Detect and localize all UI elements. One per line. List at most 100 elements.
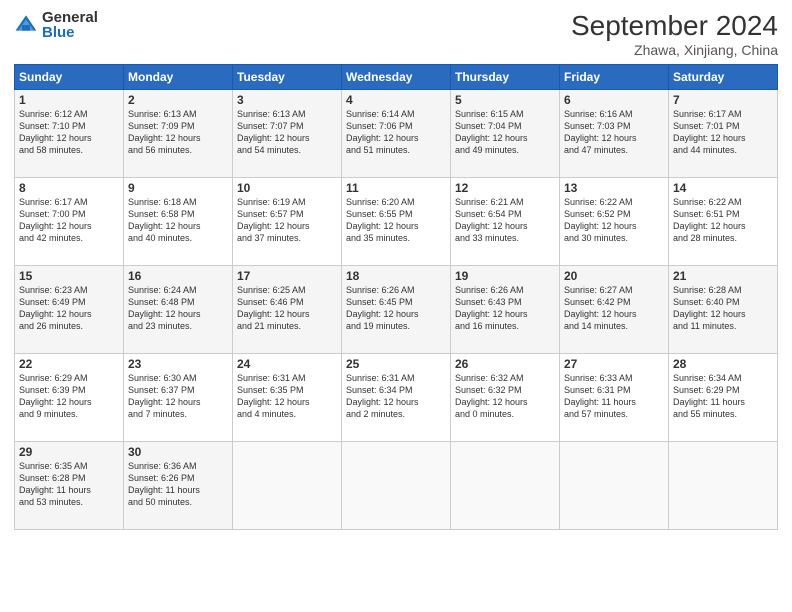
day-number: 13: [564, 181, 664, 195]
day-info: Sunrise: 6:19 AM Sunset: 6:57 PM Dayligh…: [237, 196, 337, 245]
day-number: 22: [19, 357, 119, 371]
calendar-cell: 3Sunrise: 6:13 AM Sunset: 7:07 PM Daylig…: [233, 90, 342, 178]
day-info: Sunrise: 6:27 AM Sunset: 6:42 PM Dayligh…: [564, 284, 664, 333]
day-number: 4: [346, 93, 446, 107]
calendar-cell: 24Sunrise: 6:31 AM Sunset: 6:35 PM Dayli…: [233, 354, 342, 442]
calendar-cell: 28Sunrise: 6:34 AM Sunset: 6:29 PM Dayli…: [669, 354, 778, 442]
day-info: Sunrise: 6:30 AM Sunset: 6:37 PM Dayligh…: [128, 372, 228, 421]
day-number: 2: [128, 93, 228, 107]
weekday-sunday: Sunday: [15, 65, 124, 90]
day-info: Sunrise: 6:34 AM Sunset: 6:29 PM Dayligh…: [673, 372, 773, 421]
day-info: Sunrise: 6:15 AM Sunset: 7:04 PM Dayligh…: [455, 108, 555, 157]
logo-general-text: General: [42, 10, 98, 25]
day-info: Sunrise: 6:23 AM Sunset: 6:49 PM Dayligh…: [19, 284, 119, 333]
day-info: Sunrise: 6:26 AM Sunset: 6:45 PM Dayligh…: [346, 284, 446, 333]
logo-icon: [14, 13, 38, 37]
day-number: 12: [455, 181, 555, 195]
weekday-thursday: Thursday: [451, 65, 560, 90]
calendar-cell: 6Sunrise: 6:16 AM Sunset: 7:03 PM Daylig…: [560, 90, 669, 178]
calendar-cell: 30Sunrise: 6:36 AM Sunset: 6:26 PM Dayli…: [124, 442, 233, 530]
day-number: 16: [128, 269, 228, 283]
day-number: 11: [346, 181, 446, 195]
day-number: 3: [237, 93, 337, 107]
calendar-cell: 17Sunrise: 6:25 AM Sunset: 6:46 PM Dayli…: [233, 266, 342, 354]
day-info: Sunrise: 6:28 AM Sunset: 6:40 PM Dayligh…: [673, 284, 773, 333]
weekday-friday: Friday: [560, 65, 669, 90]
calendar-cell: [451, 442, 560, 530]
calendar-cell: 27Sunrise: 6:33 AM Sunset: 6:31 PM Dayli…: [560, 354, 669, 442]
day-info: Sunrise: 6:31 AM Sunset: 6:35 PM Dayligh…: [237, 372, 337, 421]
calendar-cell: 14Sunrise: 6:22 AM Sunset: 6:51 PM Dayli…: [669, 178, 778, 266]
day-number: 17: [237, 269, 337, 283]
day-number: 5: [455, 93, 555, 107]
day-info: Sunrise: 6:25 AM Sunset: 6:46 PM Dayligh…: [237, 284, 337, 333]
day-number: 15: [19, 269, 119, 283]
calendar-cell: 11Sunrise: 6:20 AM Sunset: 6:55 PM Dayli…: [342, 178, 451, 266]
logo-blue-text: Blue: [42, 25, 98, 40]
calendar-cell: [669, 442, 778, 530]
logo-text: General Blue: [42, 10, 98, 40]
day-number: 21: [673, 269, 773, 283]
day-info: Sunrise: 6:16 AM Sunset: 7:03 PM Dayligh…: [564, 108, 664, 157]
day-number: 25: [346, 357, 446, 371]
calendar-cell: 22Sunrise: 6:29 AM Sunset: 6:39 PM Dayli…: [15, 354, 124, 442]
day-info: Sunrise: 6:22 AM Sunset: 6:52 PM Dayligh…: [564, 196, 664, 245]
calendar-cell: 15Sunrise: 6:23 AM Sunset: 6:49 PM Dayli…: [15, 266, 124, 354]
calendar-cell: [560, 442, 669, 530]
day-info: Sunrise: 6:32 AM Sunset: 6:32 PM Dayligh…: [455, 372, 555, 421]
day-info: Sunrise: 6:21 AM Sunset: 6:54 PM Dayligh…: [455, 196, 555, 245]
calendar-cell: [233, 442, 342, 530]
day-info: Sunrise: 6:35 AM Sunset: 6:28 PM Dayligh…: [19, 460, 119, 509]
day-info: Sunrise: 6:17 AM Sunset: 7:01 PM Dayligh…: [673, 108, 773, 157]
day-number: 19: [455, 269, 555, 283]
day-number: 1: [19, 93, 119, 107]
day-number: 24: [237, 357, 337, 371]
day-number: 30: [128, 445, 228, 459]
week-row-2: 8Sunrise: 6:17 AM Sunset: 7:00 PM Daylig…: [15, 178, 778, 266]
weekday-header-row: SundayMondayTuesdayWednesdayThursdayFrid…: [15, 65, 778, 90]
weekday-wednesday: Wednesday: [342, 65, 451, 90]
calendar-cell: 5Sunrise: 6:15 AM Sunset: 7:04 PM Daylig…: [451, 90, 560, 178]
calendar-cell: 7Sunrise: 6:17 AM Sunset: 7:01 PM Daylig…: [669, 90, 778, 178]
location-title: Zhawa, Xinjiang, China: [571, 42, 778, 58]
calendar-table: SundayMondayTuesdayWednesdayThursdayFrid…: [14, 64, 778, 530]
weekday-monday: Monday: [124, 65, 233, 90]
day-number: 9: [128, 181, 228, 195]
day-number: 27: [564, 357, 664, 371]
day-info: Sunrise: 6:22 AM Sunset: 6:51 PM Dayligh…: [673, 196, 773, 245]
weekday-tuesday: Tuesday: [233, 65, 342, 90]
week-row-3: 15Sunrise: 6:23 AM Sunset: 6:49 PM Dayli…: [15, 266, 778, 354]
calendar-cell: 23Sunrise: 6:30 AM Sunset: 6:37 PM Dayli…: [124, 354, 233, 442]
calendar-cell: 2Sunrise: 6:13 AM Sunset: 7:09 PM Daylig…: [124, 90, 233, 178]
day-number: 8: [19, 181, 119, 195]
calendar-cell: [342, 442, 451, 530]
day-info: Sunrise: 6:31 AM Sunset: 6:34 PM Dayligh…: [346, 372, 446, 421]
day-number: 26: [455, 357, 555, 371]
calendar-cell: 9Sunrise: 6:18 AM Sunset: 6:58 PM Daylig…: [124, 178, 233, 266]
header: General Blue September 2024 Zhawa, Xinji…: [14, 10, 778, 58]
day-info: Sunrise: 6:17 AM Sunset: 7:00 PM Dayligh…: [19, 196, 119, 245]
week-row-5: 29Sunrise: 6:35 AM Sunset: 6:28 PM Dayli…: [15, 442, 778, 530]
day-info: Sunrise: 6:36 AM Sunset: 6:26 PM Dayligh…: [128, 460, 228, 509]
calendar-cell: 29Sunrise: 6:35 AM Sunset: 6:28 PM Dayli…: [15, 442, 124, 530]
month-title: September 2024: [571, 10, 778, 42]
calendar-cell: 26Sunrise: 6:32 AM Sunset: 6:32 PM Dayli…: [451, 354, 560, 442]
day-info: Sunrise: 6:14 AM Sunset: 7:06 PM Dayligh…: [346, 108, 446, 157]
day-number: 6: [564, 93, 664, 107]
title-block: September 2024 Zhawa, Xinjiang, China: [571, 10, 778, 58]
day-number: 28: [673, 357, 773, 371]
calendar-cell: 1Sunrise: 6:12 AM Sunset: 7:10 PM Daylig…: [15, 90, 124, 178]
day-number: 10: [237, 181, 337, 195]
day-info: Sunrise: 6:13 AM Sunset: 7:07 PM Dayligh…: [237, 108, 337, 157]
calendar-cell: 19Sunrise: 6:26 AM Sunset: 6:43 PM Dayli…: [451, 266, 560, 354]
calendar-cell: 10Sunrise: 6:19 AM Sunset: 6:57 PM Dayli…: [233, 178, 342, 266]
day-info: Sunrise: 6:12 AM Sunset: 7:10 PM Dayligh…: [19, 108, 119, 157]
page: General Blue September 2024 Zhawa, Xinji…: [0, 0, 792, 612]
week-row-1: 1Sunrise: 6:12 AM Sunset: 7:10 PM Daylig…: [15, 90, 778, 178]
calendar-cell: 12Sunrise: 6:21 AM Sunset: 6:54 PM Dayli…: [451, 178, 560, 266]
day-number: 29: [19, 445, 119, 459]
calendar-cell: 16Sunrise: 6:24 AM Sunset: 6:48 PM Dayli…: [124, 266, 233, 354]
weekday-saturday: Saturday: [669, 65, 778, 90]
calendar-cell: 25Sunrise: 6:31 AM Sunset: 6:34 PM Dayli…: [342, 354, 451, 442]
day-info: Sunrise: 6:24 AM Sunset: 6:48 PM Dayligh…: [128, 284, 228, 333]
